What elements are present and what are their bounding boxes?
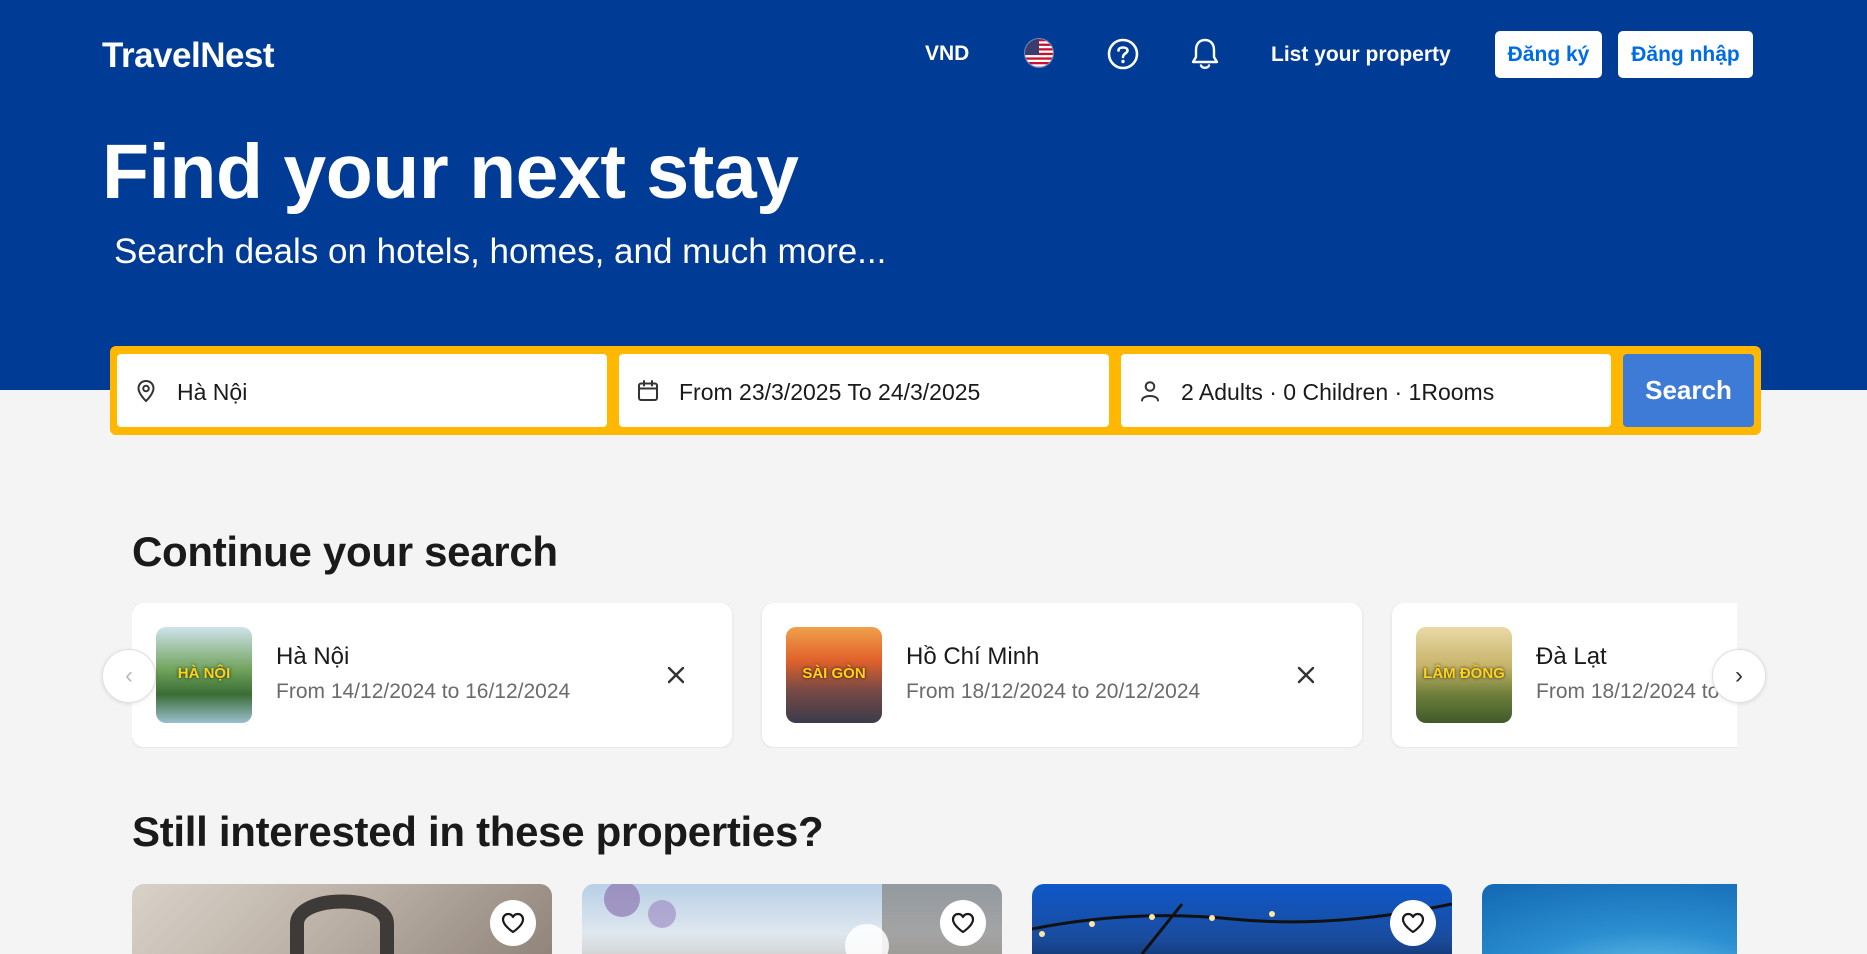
property-card[interactable] [582, 884, 1002, 954]
carousel-next-button[interactable]: › [1712, 649, 1766, 703]
recent-search-city: Hà Nội [276, 643, 350, 670]
heart-icon[interactable] [490, 900, 536, 946]
guests-field[interactable]: 2 Adults · 0 Children · 1Rooms [1121, 354, 1611, 427]
heart-icon[interactable] [1390, 900, 1436, 946]
recent-search-dates: From 14/12/2024 to 16/12/2024 [276, 680, 571, 703]
thumbnail-caption: SÀI GÒN [802, 665, 866, 682]
close-icon[interactable] [1295, 664, 1317, 686]
recent-search-thumbnail: LÂM ĐỒNG [1416, 627, 1512, 723]
property-image [290, 894, 394, 954]
calendar-icon [635, 378, 661, 404]
destination-field[interactable]: Hà Nội [117, 354, 607, 427]
help-icon[interactable] [1106, 37, 1140, 71]
brand-logo[interactable]: TravelNest [102, 36, 275, 76]
property-card[interactable] [1032, 884, 1452, 954]
date-range-field[interactable]: From 23/3/2025 To 24/3/2025 [619, 354, 1109, 427]
hero-subtitle: Search deals on hotels, homes, and much … [114, 232, 887, 271]
property-image [604, 884, 1002, 954]
property-card[interactable] [1482, 884, 1737, 954]
recent-searches-carousel: HÀ NỘI Hà Nội From 14/12/2024 to 16/12/2… [132, 603, 1737, 748]
login-button[interactable]: Đăng nhập [1618, 31, 1753, 78]
recent-search-card[interactable]: LÂM ĐỒNG Đà Lạt From 18/12/2024 to 20/12… [1392, 603, 1737, 747]
recent-search-card[interactable]: HÀ NỘI Hà Nội From 14/12/2024 to 16/12/2… [132, 603, 732, 747]
bell-icon[interactable] [1188, 36, 1222, 72]
list-property-link[interactable]: List your property [1271, 43, 1451, 67]
recent-search-city: Đà Lạt [1536, 643, 1607, 670]
thumbnail-caption: HÀ NỘI [177, 665, 231, 682]
property-card[interactable] [132, 884, 552, 954]
currency-selector[interactable]: VND [925, 42, 969, 66]
person-icon [1137, 378, 1163, 404]
properties-carousel [132, 884, 1737, 954]
property-image [1032, 902, 1452, 954]
search-button[interactable]: Search [1623, 354, 1754, 427]
map-pin-icon [133, 378, 159, 404]
guests-value: 2 Adults · 0 Children · 1Rooms [1181, 379, 1495, 405]
date-range-value: From 23/3/2025 To 24/3/2025 [679, 379, 981, 405]
recent-search-thumbnail: SÀI GÒN [786, 627, 882, 723]
us-flag-icon[interactable] [1024, 38, 1054, 68]
carousel-prev-button[interactable]: ‹ [102, 649, 156, 703]
destination-value: Hà Nội [177, 379, 248, 405]
register-button[interactable]: Đăng ký [1495, 31, 1602, 78]
recent-search-dates: From 18/12/2024 to 20/12/2024 [1536, 680, 1737, 703]
recent-search-thumbnail: HÀ NỘI [156, 627, 252, 723]
search-bar: Hà Nội From 23/3/2025 To 24/3/2025 2 Adu… [110, 346, 1761, 435]
hero-title: Find your next stay [102, 129, 799, 215]
recent-search-card[interactable]: SÀI GÒN Hồ Chí Minh From 18/12/2024 to 2… [762, 603, 1362, 747]
heart-icon[interactable] [940, 900, 986, 946]
recent-search-dates: From 18/12/2024 to 20/12/2024 [906, 680, 1201, 703]
close-icon[interactable] [665, 664, 687, 686]
recent-search-city: Hồ Chí Minh [906, 643, 1040, 670]
thumbnail-caption: LÂM ĐỒNG [1423, 665, 1505, 682]
continue-search-title: Continue your search [132, 528, 558, 575]
interested-properties-title: Still interested in these properties? [132, 808, 824, 855]
